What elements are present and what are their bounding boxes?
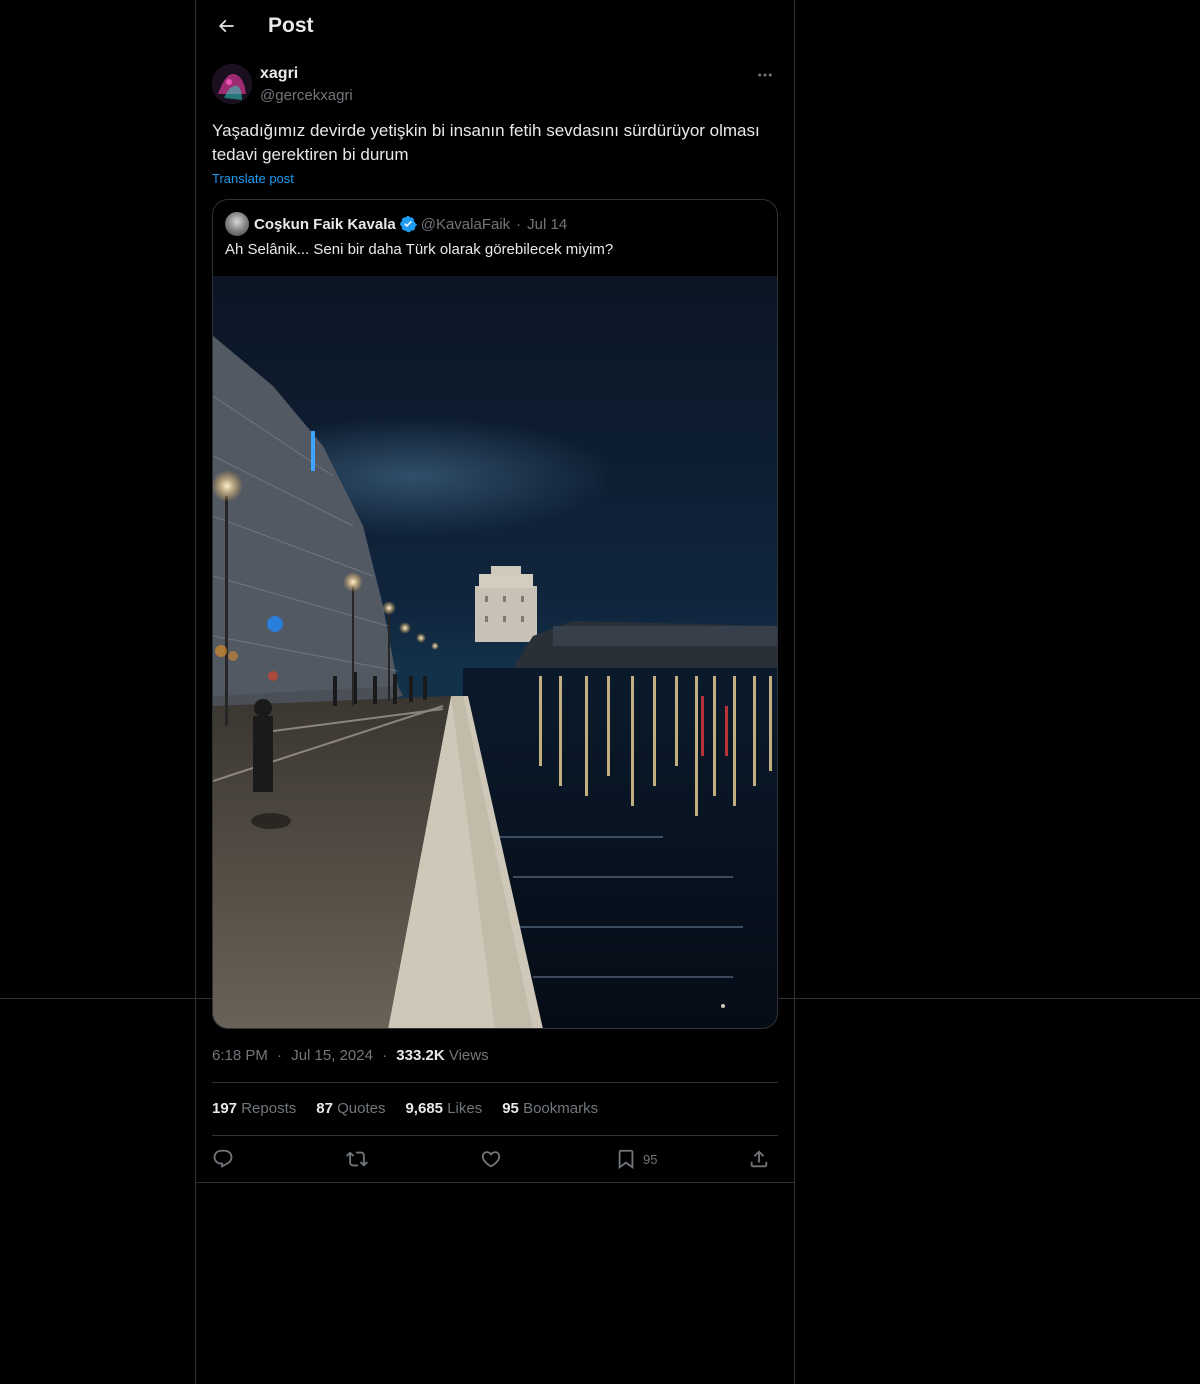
views-label: Views <box>448 1047 489 1064</box>
quoted-author-avatar[interactable] <box>225 212 249 236</box>
quotes-stat[interactable]: 87 Quotes <box>316 1100 385 1117</box>
engagement-stats: 197 Reposts 87 Quotes 9,685 Likes 95 Boo… <box>212 1100 618 1117</box>
post-time[interactable]: 6:18 PM <box>212 1047 268 1064</box>
share-icon <box>750 1150 768 1168</box>
page-title: Post <box>268 14 314 37</box>
bookmark-icon <box>618 1149 634 1170</box>
more-options-button[interactable] <box>752 64 778 86</box>
bookmark-count: 95 <box>643 1151 658 1167</box>
separator-dot: · <box>277 1047 283 1064</box>
bookmarks-label: Bookmarks <box>523 1100 599 1117</box>
bookmarks-count: 95 <box>502 1100 519 1117</box>
likes-label: Likes <box>447 1100 483 1117</box>
views-count: 333.2K <box>396 1047 445 1064</box>
post-metadata: 6:18 PM · Jul 15, 2024 · 333.2K Views <box>212 1047 489 1064</box>
page-header: Post <box>196 0 794 54</box>
avatar[interactable] <box>212 64 252 104</box>
quoted-post-text: Ah Selânik... Seni bir daha Türk olarak … <box>225 241 614 258</box>
divider <box>212 1082 778 1083</box>
divider <box>212 1135 778 1136</box>
repost-button[interactable] <box>346 1146 368 1172</box>
bookmark-button[interactable]: 95 <box>615 1146 657 1172</box>
quoted-post-header: Coşkun Faik Kavala @KavalaFaik · Jul 14 <box>225 212 567 236</box>
quoted-author-name[interactable]: Coşkun Faik Kavala <box>254 216 396 233</box>
reposts-stat[interactable]: 197 Reposts <box>212 1100 296 1117</box>
likes-stat[interactable]: 9,685 Likes <box>405 1100 482 1117</box>
separator-dot: · <box>382 1047 388 1064</box>
arrow-left-icon <box>218 19 234 33</box>
post-author: xagri @gercekxagri <box>212 64 778 108</box>
verified-badge-icon <box>399 215 417 233</box>
reply-icon <box>213 1149 233 1168</box>
back-button[interactable] <box>208 8 244 44</box>
divider <box>196 1182 794 1183</box>
heart-icon <box>481 1151 501 1168</box>
ellipsis-icon <box>758 73 772 77</box>
reposts-label: Reposts <box>241 1100 297 1117</box>
quoted-post-date[interactable]: Jul 14 <box>527 216 567 233</box>
quoted-post[interactable]: Coşkun Faik Kavala @KavalaFaik · Jul 14 … <box>212 199 778 1029</box>
reposts-count: 197 <box>212 1100 238 1117</box>
author-handle[interactable]: @gercekxagri <box>260 87 353 104</box>
post-date[interactable]: Jul 15, 2024 <box>291 1047 373 1064</box>
quoted-author-handle[interactable]: @KavalaFaik <box>421 216 510 233</box>
quotes-count: 87 <box>316 1100 333 1117</box>
action-bar: 95 <box>212 1146 778 1172</box>
quotes-label: Quotes <box>337 1100 386 1117</box>
author-name[interactable]: xagri <box>260 65 298 83</box>
separator-dot: · <box>516 215 522 233</box>
share-button[interactable] <box>748 1146 770 1172</box>
quoted-post-media[interactable] <box>213 276 777 1029</box>
post-text: Yaşadığımız devirde yetişkin bi insanın … <box>212 121 760 164</box>
primary-column: Post xagri @gercekxagri Yaşadığımız devi… <box>195 0 795 1384</box>
bookmarks-stat[interactable]: 95 Bookmarks <box>502 1100 598 1117</box>
reply-button[interactable] <box>212 1146 234 1172</box>
repost-icon <box>346 1151 368 1167</box>
likes-count: 9,685 <box>405 1100 444 1117</box>
translate-post-link[interactable]: Translate post <box>212 171 294 186</box>
like-button[interactable] <box>480 1146 502 1172</box>
